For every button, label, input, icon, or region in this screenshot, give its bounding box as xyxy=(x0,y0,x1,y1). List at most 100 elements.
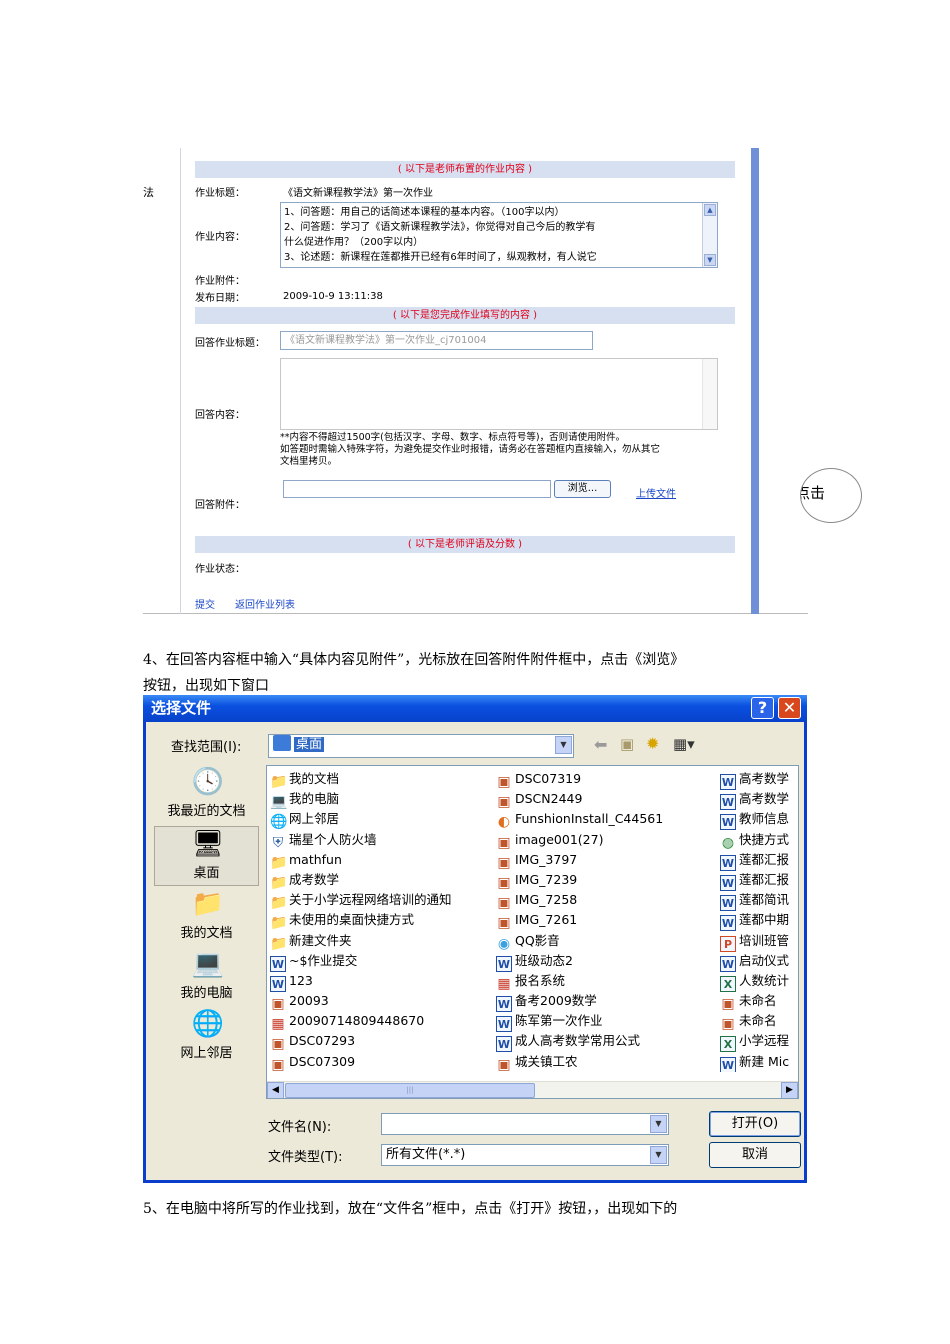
file-item[interactable]: ▣ IMG_7258 xyxy=(496,890,718,911)
file-item[interactable]: ▣ IMG_7261 xyxy=(496,910,718,931)
scroll-right-icon[interactable]: ▶ xyxy=(781,1082,798,1098)
scroll-up-icon[interactable]: ▲ xyxy=(704,204,716,216)
filename-input[interactable]: ▼ xyxy=(381,1113,669,1135)
file-name: 20093 xyxy=(289,993,329,1009)
callout-text: 点击 xyxy=(801,484,826,502)
file-item[interactable]: W 莲都汇报 xyxy=(720,850,798,871)
file-item[interactable]: 📁 关于小学远程网络培训的通知 xyxy=(270,890,492,911)
file-item[interactable]: ▣ IMG_3797 xyxy=(496,850,718,871)
answer-banner: ( 以下是您完成作业填写的内容 ) xyxy=(195,307,735,324)
page-scrollbar[interactable] xyxy=(751,148,759,614)
place-label: 我的文档 xyxy=(180,926,233,941)
back-icon[interactable]: ⬅ xyxy=(594,735,607,754)
file-column: 📁 我的文档 💻 我的电脑 🌐 网上邻居 ⛨ 瑞星个人防火墙 📁 mathfun 📁 成考数学 📁 关于小… xyxy=(270,769,492,1073)
file-item[interactable]: ◉ QQ影音 xyxy=(496,931,718,952)
chevron-down-icon[interactable]: ▼ xyxy=(650,1146,667,1164)
file-list-hscrollbar[interactable]: ◀ ||| ▶ xyxy=(267,1081,798,1098)
file-item[interactable]: ▣ 未命名 xyxy=(720,1011,798,1032)
file-item[interactable]: ⛨ 瑞星个人防火墙 xyxy=(270,830,492,851)
file-item[interactable]: W 新建 Mic xyxy=(720,1052,798,1072)
place-network[interactable]: 🌐 网上邻居 xyxy=(154,1007,259,1067)
hw-content-scrollbar[interactable]: ▲ ▼ xyxy=(702,203,717,267)
file-item[interactable]: ▦ 20090714809448670 xyxy=(270,1011,492,1032)
file-item[interactable]: 💻 我的电脑 xyxy=(270,789,492,810)
shortcut-icon: ◍ xyxy=(721,834,735,851)
file-item[interactable]: 📁 成考数学 xyxy=(270,870,492,891)
file-item[interactable]: W ~$作业提交 xyxy=(270,951,492,972)
file-item[interactable]: W 高考数学 xyxy=(720,769,798,790)
chevron-down-icon[interactable]: ▼ xyxy=(650,1115,667,1133)
excel-icon: X xyxy=(720,1036,736,1053)
view-menu-icon[interactable]: ▦▾ xyxy=(673,735,695,753)
file-name: DSC07319 xyxy=(515,771,582,786)
image-icon: ▣ xyxy=(497,774,511,790)
lookin-select[interactable]: 桌面 ▼ xyxy=(268,734,574,758)
submit-link[interactable]: 提交 xyxy=(195,596,215,611)
file-item[interactable]: ▣ IMG_7239 xyxy=(496,870,718,891)
dialog-titlebar[interactable]: 选择文件 ? ✕ xyxy=(143,695,807,722)
image-icon: ▣ xyxy=(271,996,285,1013)
file-name: 莲都简讯 xyxy=(739,892,790,908)
place-my-computer[interactable]: 💻 我的电脑 xyxy=(154,947,259,1007)
file-item[interactable]: ▣ DSCN2449 xyxy=(496,789,718,810)
place-my-documents[interactable]: 📁 我的文档 xyxy=(154,887,259,947)
open-button[interactable]: 打开(O) xyxy=(709,1111,801,1137)
file-item[interactable]: ▣ 未命名 xyxy=(720,991,798,1012)
file-item[interactable]: P 培训班管 xyxy=(720,931,798,952)
file-item[interactable]: X 人数统计 xyxy=(720,971,798,992)
file-item[interactable]: ◐ FunshionInstall_C44561 xyxy=(496,809,718,830)
hw-content-box[interactable]: 1、问答题：用自己的话简述本课程的基本内容。（100字以内） 2、问答题：学习了… xyxy=(280,202,718,268)
file-item[interactable]: W 陈军第一次作业 xyxy=(496,1011,718,1033)
word-icon: W xyxy=(720,774,736,790)
answer-scrollbar[interactable] xyxy=(702,359,717,429)
help-icon[interactable]: ? xyxy=(751,697,774,719)
file-item[interactable]: ◍ 快捷方式 xyxy=(720,830,798,851)
file-item[interactable]: W 莲都汇报 xyxy=(720,870,798,891)
attachment-file-input[interactable] xyxy=(283,480,551,498)
file-item[interactable]: ▣ 城关镇工农 xyxy=(496,1052,718,1073)
file-item[interactable]: W 莲都中期 xyxy=(720,910,798,932)
answer-title-input[interactable]: 《语文新课程教学法》第一次作业_cj701004 xyxy=(280,331,593,350)
chevron-down-icon[interactable]: ▼ xyxy=(555,736,572,754)
scroll-down-icon[interactable]: ▼ xyxy=(704,254,716,266)
up-folder-icon[interactable]: ▣ xyxy=(620,735,634,753)
file-item[interactable]: W 备考2009数学 xyxy=(496,991,718,1013)
word-icon: W xyxy=(720,854,736,871)
file-item[interactable]: W 成人高考数学常用公式 xyxy=(496,1031,718,1053)
scroll-thumb[interactable]: ||| xyxy=(285,1083,535,1098)
answer-content-textarea[interactable] xyxy=(280,358,718,430)
file-item[interactable]: 📁 mathfun xyxy=(270,850,492,871)
file-item[interactable]: ▣ DSC07309 xyxy=(270,1052,492,1073)
cancel-button[interactable]: 取消 xyxy=(709,1142,801,1168)
place-desktop[interactable]: 🖥 桌面 xyxy=(154,826,259,886)
file-item[interactable]: W 班级动态2 xyxy=(496,951,718,972)
file-item[interactable]: 📁 新建文件夹 xyxy=(270,931,492,952)
back-to-list-link[interactable]: 返回作业列表 xyxy=(235,596,295,611)
file-item[interactable]: 📁 我的文档 xyxy=(270,769,492,790)
file-item[interactable]: W 高考数学 xyxy=(720,789,798,811)
file-item[interactable]: W 教师信息 xyxy=(720,809,798,831)
file-item[interactable]: 📁 未使用的桌面快捷方式 xyxy=(270,910,492,931)
file-name: 瑞星个人防火墙 xyxy=(289,831,377,847)
scroll-left-icon[interactable]: ◀ xyxy=(267,1082,284,1098)
label-status: 作业状态： xyxy=(195,564,245,575)
hw-content-line: 2、问答题：学习了《语文新课程教学法》，你觉得对自己今后的教学有 xyxy=(284,222,596,233)
file-item[interactable]: ▦ 报名系统 xyxy=(496,971,718,992)
browse-button[interactable]: 浏览... xyxy=(554,480,611,498)
filetype-select[interactable]: 所有文件(*.*) ▼ xyxy=(381,1144,669,1166)
folder-icon: 📁 xyxy=(270,874,288,891)
file-item[interactable]: W 莲都简讯 xyxy=(720,890,798,912)
file-item[interactable]: ▣ 20093 xyxy=(270,991,492,1013)
file-item[interactable]: 🌐 网上邻居 xyxy=(270,809,492,830)
file-item[interactable]: X 小学远程 xyxy=(720,1031,798,1053)
file-item[interactable]: W 123 xyxy=(270,971,492,992)
file-item[interactable]: W 启动仪式 xyxy=(720,951,798,972)
close-icon[interactable]: ✕ xyxy=(778,697,801,719)
upload-file-link[interactable]: 上传文件 xyxy=(636,485,676,500)
file-item[interactable]: ▣ DSC07293 xyxy=(270,1031,492,1052)
file-item[interactable]: ▣ image001(27) xyxy=(496,830,718,851)
file-item[interactable]: ▣ DSC07319 xyxy=(496,769,718,790)
new-folder-icon[interactable]: ✹ xyxy=(646,734,659,753)
place-recent[interactable]: 🕓 我最近的文档 xyxy=(154,765,259,825)
file-name: 未使用的桌面快捷方式 xyxy=(289,912,415,928)
